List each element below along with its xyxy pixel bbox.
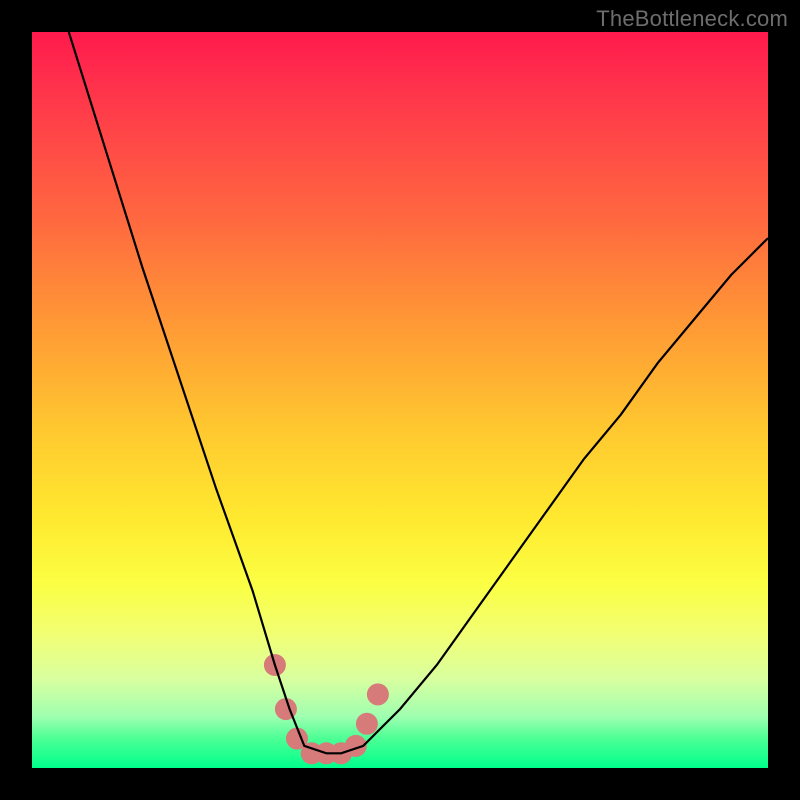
bottleneck-curve <box>69 32 768 753</box>
highlight-marker <box>367 683 389 705</box>
curve-svg <box>32 32 768 768</box>
plot-area <box>32 32 768 768</box>
watermark-text: TheBottleneck.com <box>596 6 788 32</box>
highlight-marker <box>356 713 378 735</box>
chart-frame: TheBottleneck.com <box>0 0 800 800</box>
highlight-markers <box>264 654 389 764</box>
